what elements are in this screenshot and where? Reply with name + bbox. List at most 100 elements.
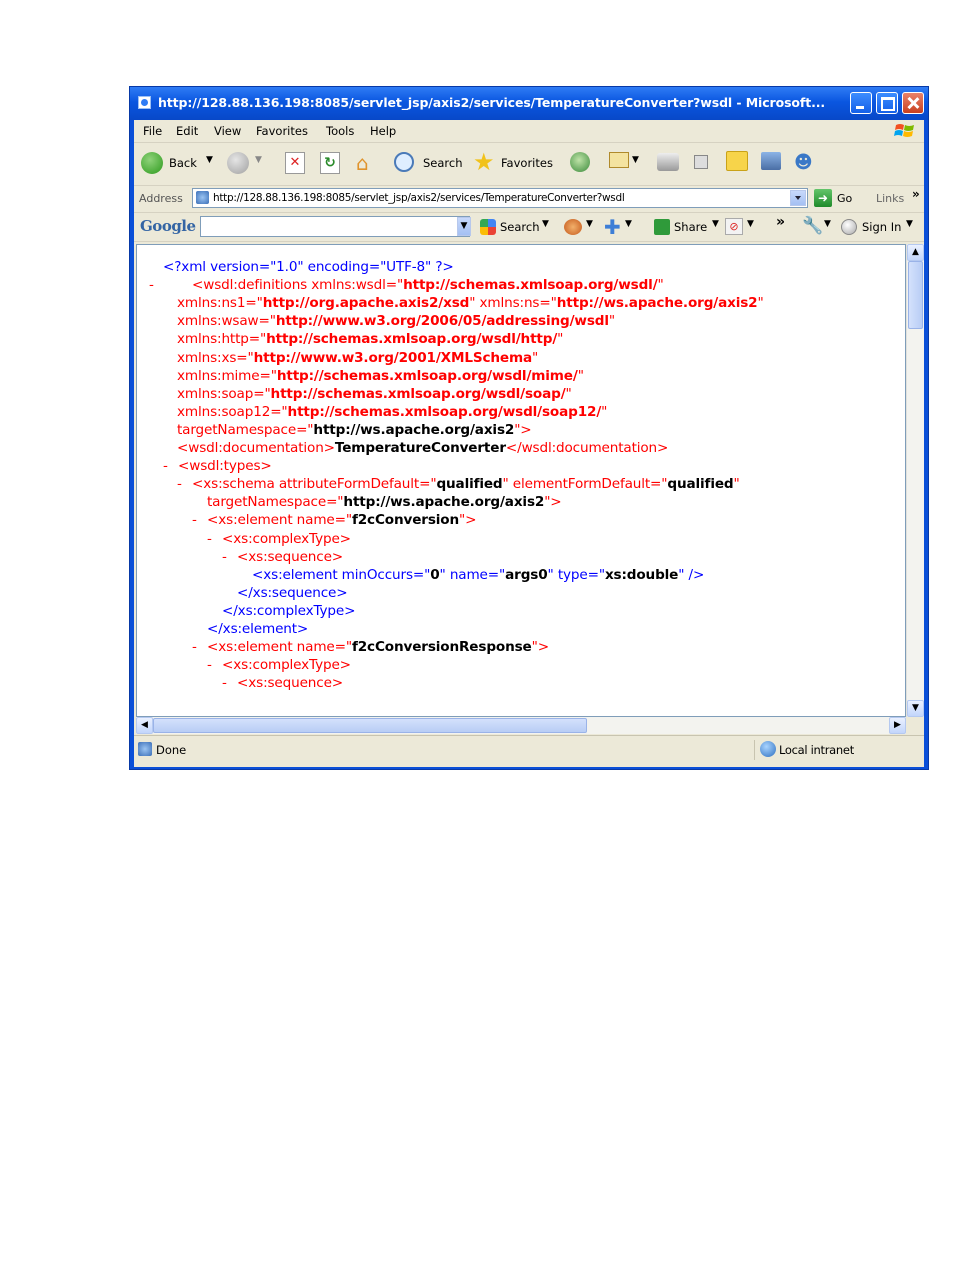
go-label[interactable]: Go <box>837 192 852 205</box>
collapse-toggle[interactable]: - <box>163 458 168 474</box>
xml-token: " <box>532 349 539 366</box>
xml-line: </xs:complexType> <box>222 603 356 619</box>
go-arrow-icon[interactable]: ➜ <box>814 189 832 207</box>
xml-line: <wsdl:documentation>TemperatureConverter… <box>177 440 668 456</box>
xml-token: http://ws.apache.org/axis2 <box>556 295 758 312</box>
pagerank-dropdown-icon[interactable]: ▼ <box>586 219 593 229</box>
settings-wrench-icon[interactable]: 🔧 <box>802 216 823 236</box>
menu-favorites[interactable]: Favorites <box>256 124 308 138</box>
xml-token: <xs:schema attributeFormDefault=" <box>192 476 437 493</box>
vertical-scroll-thumb[interactable] <box>908 261 923 329</box>
scroll-left-button[interactable]: ◀ <box>136 717 153 734</box>
links-chevron-icon[interactable]: » <box>912 187 920 201</box>
xml-token: <xs:element minOccurs=" <box>252 566 431 583</box>
xml-line: <xs:sequence> <box>237 549 343 565</box>
horizontal-scrollbar[interactable]: ◀ ▶ <box>136 717 906 734</box>
mail-dropdown-icon[interactable]: ▼ <box>632 155 639 165</box>
google-search-label[interactable]: Search <box>500 220 540 234</box>
xml-token: http://www.w3.org/2006/05/addressing/wsd… <box>275 313 609 330</box>
print-icon[interactable] <box>657 153 679 171</box>
collapse-toggle[interactable]: - <box>207 657 212 673</box>
collapse-toggle[interactable]: - <box>222 549 227 565</box>
xml-token: <wsdl:types> <box>178 458 272 475</box>
google-search-input[interactable] <box>200 216 470 237</box>
zone-text: Local intranet <box>779 743 854 757</box>
discuss-icon[interactable] <box>726 151 748 171</box>
title-bar[interactable]: http://128.88.136.198:8085/servlet_jsp/a… <box>130 87 928 120</box>
collapse-toggle[interactable]: - <box>149 277 154 293</box>
favorites-star-icon[interactable]: ★ <box>473 148 495 176</box>
history-icon[interactable] <box>570 152 590 172</box>
xml-token: http://schemas.xmlsoap.org/wsdl/ <box>403 277 658 294</box>
menu-bar: File Edit View Favorites Tools Help <box>134 120 924 143</box>
xml-line: </xs:sequence> <box>237 584 348 601</box>
google-search-icon[interactable] <box>480 219 496 235</box>
signin-label[interactable]: Sign In <box>862 220 901 234</box>
popup-blocker-icon[interactable]: ⊘ <box>725 218 743 235</box>
collapse-toggle[interactable]: - <box>207 531 212 547</box>
favorites-label[interactable]: Favorites <box>501 156 553 170</box>
address-dropdown-icon[interactable] <box>790 190 806 206</box>
google-search-menu-icon[interactable]: ▼ <box>542 219 549 229</box>
search-label[interactable]: Search <box>423 156 463 170</box>
browser-window: http://128.88.136.198:8085/servlet_jsp/a… <box>129 86 929 770</box>
google-search-dropdown-icon[interactable]: ▼ <box>457 217 471 236</box>
forward-dropdown-icon[interactable]: ▼ <box>255 155 262 165</box>
collapse-toggle[interactable]: - <box>192 512 197 528</box>
add-button-icon[interactable]: ✚ <box>604 215 621 239</box>
done-page-icon <box>138 742 152 756</box>
back-label[interactable]: Back <box>169 156 197 170</box>
research-icon[interactable] <box>761 152 781 170</box>
xml-token: http://www.w3.org/2001/XMLSchema <box>253 349 533 366</box>
address-url[interactable]: http://128.88.136.198:8085/servlet_jsp/a… <box>213 192 625 204</box>
menu-tools[interactable]: Tools <box>326 124 354 138</box>
messenger-icon[interactable]: ☻ <box>794 152 813 173</box>
search-icon[interactable] <box>394 152 414 172</box>
scroll-up-button[interactable]: ▲ <box>907 244 924 261</box>
menu-edit[interactable]: Edit <box>176 124 198 138</box>
google-chevron-icon[interactable]: » <box>776 214 785 230</box>
back-dropdown-icon[interactable]: ▼ <box>206 155 213 165</box>
signin-dropdown-icon[interactable]: ▼ <box>906 219 913 229</box>
refresh-icon[interactable]: ↻ <box>320 152 340 174</box>
share-label[interactable]: Share <box>674 220 707 234</box>
xml-token: </xs:sequence> <box>237 584 348 601</box>
back-arrow-icon[interactable] <box>141 152 163 174</box>
scroll-down-button[interactable]: ▼ <box>907 700 924 717</box>
edit-icon[interactable] <box>694 155 708 169</box>
minimize-button[interactable] <box>850 92 872 114</box>
menu-file[interactable]: File <box>143 124 162 138</box>
vertical-scrollbar[interactable]: ▲ ▼ <box>906 244 924 717</box>
xml-token: <xs:complexType> <box>222 657 351 674</box>
share-dropdown-icon[interactable]: ▼ <box>712 219 719 229</box>
xml-token: " <box>608 313 615 330</box>
share-icon[interactable] <box>654 219 670 235</box>
page-icon <box>196 191 209 204</box>
address-input[interactable]: http://128.88.136.198:8085/servlet_jsp/a… <box>192 188 808 208</box>
menu-help[interactable]: Help <box>370 124 396 138</box>
settings-dropdown-icon[interactable]: ▼ <box>824 219 831 229</box>
collapse-toggle[interactable]: - <box>192 639 197 655</box>
scroll-right-button[interactable]: ▶ <box>889 717 906 734</box>
stop-icon[interactable]: ✕ <box>285 152 305 174</box>
close-button[interactable] <box>902 92 924 114</box>
collapse-toggle[interactable]: - <box>177 476 182 492</box>
google-logo[interactable]: Google <box>140 217 196 235</box>
xml-token: xmlns:http=" <box>177 331 267 348</box>
home-icon[interactable]: ⌂ <box>356 151 369 175</box>
mail-icon[interactable] <box>609 152 629 168</box>
links-label[interactable]: Links <box>876 192 904 205</box>
xml-content-area[interactable]: <?xml version="1.0" encoding="UTF-8" ?> -… <box>136 244 906 717</box>
pagerank-icon[interactable] <box>564 219 582 235</box>
collapse-toggle[interactable]: - <box>222 675 227 691</box>
popup-dropdown-icon[interactable]: ▼ <box>747 219 754 229</box>
horizontal-scroll-thumb[interactable] <box>153 718 587 733</box>
xml-token: " <box>577 367 584 384</box>
forward-arrow-icon[interactable] <box>227 152 249 174</box>
signin-icon[interactable] <box>841 219 857 235</box>
xml-token: " <box>565 385 572 402</box>
xml-token: <wsdl:definitions <box>192 277 312 294</box>
maximize-button[interactable] <box>876 92 898 114</box>
add-dropdown-icon[interactable]: ▼ <box>625 219 632 229</box>
menu-view[interactable]: View <box>214 124 241 138</box>
